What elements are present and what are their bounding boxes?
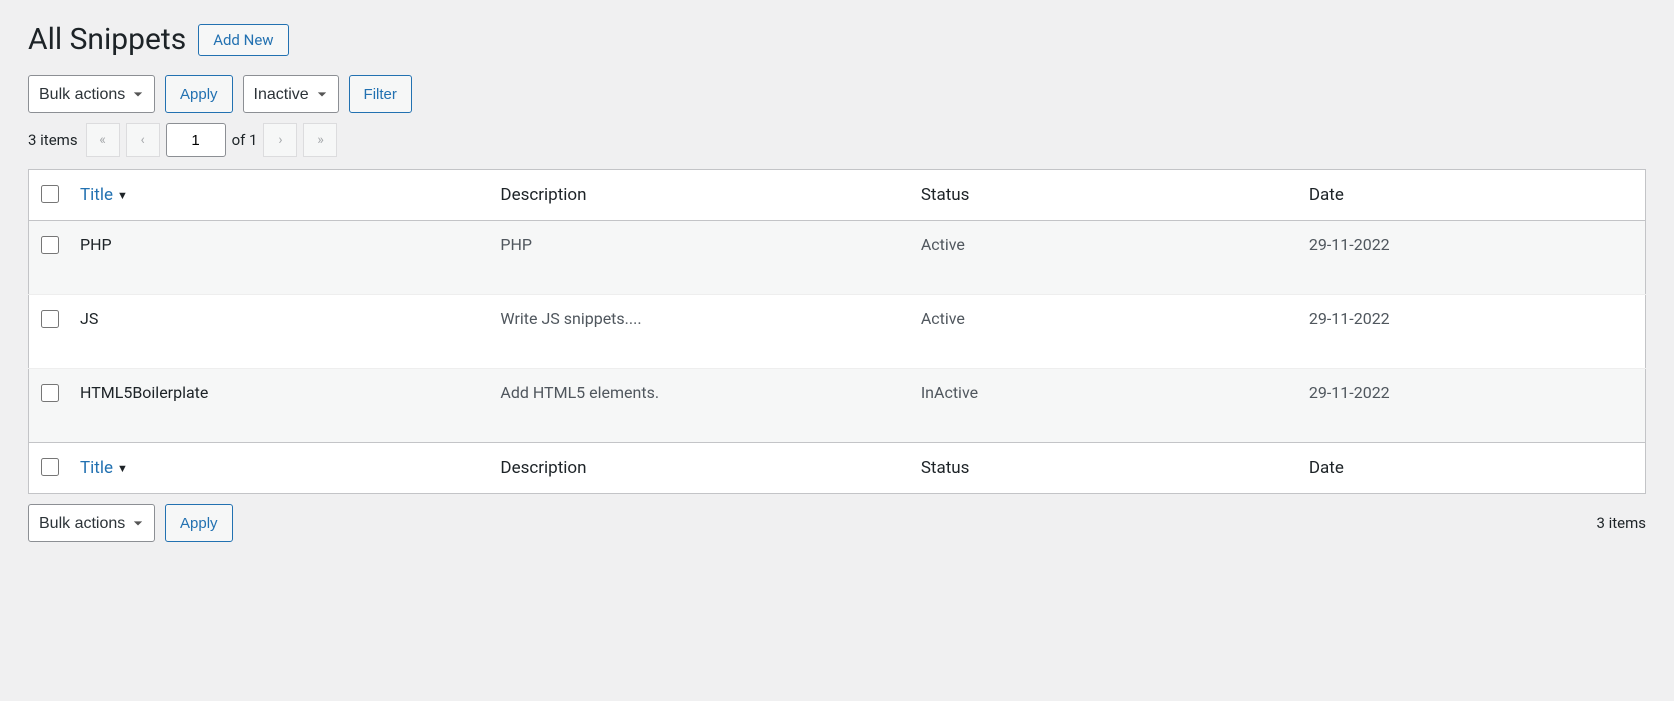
status-column-footer: Status — [911, 443, 1299, 494]
row-title-cell: JS — [70, 295, 490, 369]
row-title-cell: PHP — [70, 221, 490, 295]
status-column-header: Status — [911, 170, 1299, 221]
row-status: Active — [911, 221, 1299, 295]
title-column-label-footer: Title — [80, 458, 113, 478]
title-column-sort[interactable]: Title ▼ — [80, 185, 128, 205]
row-status: Active — [911, 295, 1299, 369]
description-column-header: Description — [490, 170, 910, 221]
row-date: 29-11-2022 — [1299, 369, 1646, 443]
apply-button-bottom[interactable]: Apply — [165, 504, 233, 542]
row-title[interactable]: PHP — [80, 235, 112, 254]
add-new-button[interactable]: Add New — [198, 24, 288, 56]
select-all-checkbox-bottom[interactable] — [41, 458, 59, 476]
bulk-actions-select[interactable]: Bulk actions — [28, 75, 155, 113]
row-description: PHP — [490, 221, 910, 295]
sort-down-icon: ▼ — [117, 189, 128, 202]
tablenav-top: Bulk actions Apply Inactive Filter — [28, 75, 1646, 113]
items-count: 3 items — [28, 131, 78, 149]
table-row: JS Write JS snippets....Active29-11-2022 — [29, 295, 1646, 369]
row-description: Add HTML5 elements. — [490, 369, 910, 443]
items-count-bottom: 3 items — [1596, 514, 1646, 532]
title-column-label: Title — [80, 185, 113, 205]
filter-button[interactable]: Filter — [349, 75, 412, 113]
page-title: All Snippets — [28, 20, 186, 59]
row-date: 29-11-2022 — [1299, 295, 1646, 369]
row-status: InActive — [911, 369, 1299, 443]
sort-down-icon: ▼ — [117, 462, 128, 475]
description-column-footer: Description — [490, 443, 910, 494]
table-row: PHPPHPActive29-11-2022 — [29, 221, 1646, 295]
row-check-cell — [29, 295, 71, 369]
tablenav-bottom: Bulk actions Apply 3 items — [28, 504, 1646, 542]
select-all-header — [29, 170, 71, 221]
table-row: HTML5Boilerplate Add HTML5 elements.InAct… — [29, 369, 1646, 443]
paging-of-text: of 1 — [232, 131, 258, 149]
row-title[interactable]: HTML5Boilerplate — [80, 383, 208, 402]
last-page-button[interactable]: » — [303, 123, 337, 157]
row-date: 29-11-2022 — [1299, 221, 1646, 295]
row-checkbox[interactable] — [41, 310, 59, 328]
row-title-cell: HTML5Boilerplate — [70, 369, 490, 443]
bulk-actions-select-bottom[interactable]: Bulk actions — [28, 504, 155, 542]
row-check-cell — [29, 369, 71, 443]
first-page-button[interactable]: « — [86, 123, 120, 157]
prev-page-button[interactable]: ‹ — [126, 123, 160, 157]
current-page-input[interactable] — [166, 123, 226, 157]
row-checkbox[interactable] — [41, 384, 59, 402]
pagination-links: « ‹ of 1 › » — [86, 123, 338, 157]
apply-button-top[interactable]: Apply — [165, 75, 233, 113]
next-page-button[interactable]: › — [263, 123, 297, 157]
date-column-footer: Date — [1299, 443, 1646, 494]
row-check-cell — [29, 221, 71, 295]
row-checkbox[interactable] — [41, 236, 59, 254]
row-title[interactable]: JS — [80, 309, 98, 328]
title-column-sort-footer[interactable]: Title ▼ — [80, 458, 128, 478]
row-description: Write JS snippets.... — [490, 295, 910, 369]
date-column-header: Date — [1299, 170, 1646, 221]
pagination-top: 3 items « ‹ of 1 › » — [28, 123, 1646, 157]
snippets-table: Title ▼ Description Status Date PHPPHPAc… — [28, 169, 1646, 494]
select-all-checkbox-top[interactable] — [41, 185, 59, 203]
status-filter-select[interactable]: Inactive — [243, 75, 339, 113]
page-header: All Snippets Add New — [28, 20, 1646, 59]
select-all-footer — [29, 443, 71, 494]
